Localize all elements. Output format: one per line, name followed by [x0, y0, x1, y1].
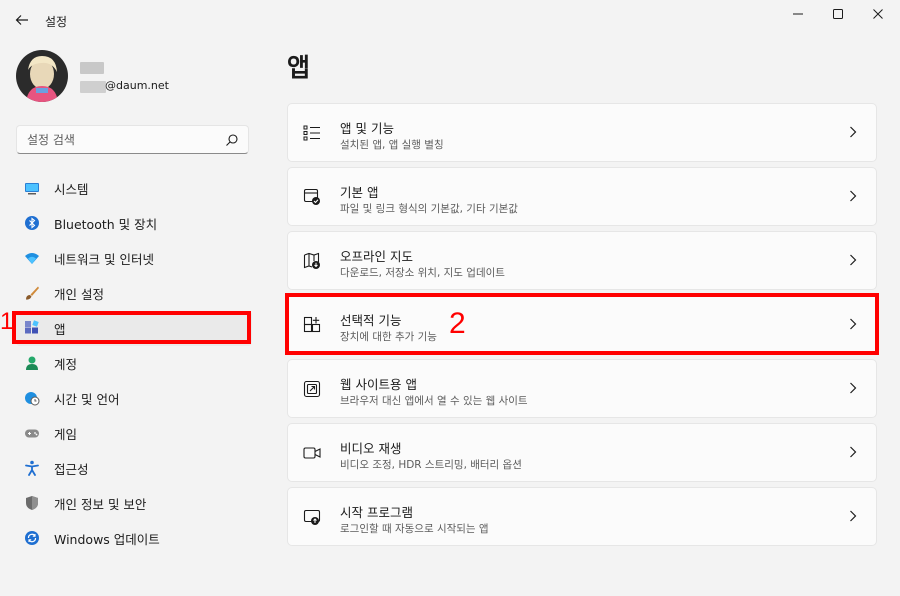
sidebar-item-accessibility[interactable]: 접근성: [16, 451, 252, 486]
maximize-button[interactable]: [818, 0, 858, 28]
sidebar-item-network[interactable]: 네트워크 및 인터넷: [16, 241, 252, 276]
card-title: 선택적 기능: [340, 313, 402, 328]
sidebar-item-accounts[interactable]: 계정: [16, 346, 252, 381]
back-button[interactable]: [10, 8, 34, 32]
card-subtitle: 설치된 앱, 앱 실행 별칭: [340, 139, 444, 151]
chevron-right-icon: [846, 125, 860, 139]
sidebar-item-label: 개인 정보 및 보안: [54, 497, 147, 512]
sidebar-item-label: 네트워크 및 인터넷: [54, 252, 154, 267]
chevron-right-icon: [846, 445, 860, 459]
card-offline-maps[interactable]: 오프라인 지도 다운로드, 저장소 위치, 지도 업데이트: [287, 231, 877, 290]
title-bar: 설정: [0, 0, 900, 40]
sidebar-item-time-language[interactable]: 시간 및 언어: [16, 381, 252, 416]
apps-icon: [24, 320, 40, 336]
shield-icon: [24, 495, 40, 511]
card-subtitle: 파일 및 링크 형식의 기본값, 기타 기본값: [340, 203, 518, 215]
sidebar-item-privacy-security[interactable]: 개인 정보 및 보안: [16, 486, 252, 521]
card-title: 시작 프로그램: [340, 505, 413, 520]
profile-photo: [16, 50, 68, 102]
card-title: 앱 및 기능: [340, 121, 394, 136]
video-icon: [302, 443, 322, 463]
user-email-redacted: [80, 81, 106, 93]
web-app-icon: [302, 379, 322, 399]
sidebar-item-label: 접근성: [54, 462, 89, 477]
accessibility-icon: [24, 460, 40, 476]
page-title: 앱: [287, 53, 311, 82]
card-subtitle: 브라우저 대신 앱에서 열 수 있는 웹 사이트: [340, 395, 528, 407]
card-subtitle: 로그인할 때 자동으로 시작되는 앱: [340, 523, 489, 535]
card-apps-features[interactable]: 앱 및 기능 설치된 앱, 앱 실행 별칭: [287, 103, 877, 162]
sidebar-item-label: 시간 및 언어: [54, 392, 120, 407]
sidebar-item-bluetooth[interactable]: Bluetooth 및 장치: [16, 206, 252, 241]
person-icon: [24, 355, 40, 371]
default-apps-icon: [302, 187, 322, 207]
sidebar-item-label: Windows 업데이트: [54, 532, 160, 547]
sidebar-item-personalization[interactable]: 개인 설정: [16, 276, 252, 311]
chevron-right-icon: [846, 253, 860, 267]
back-arrow-icon: [15, 15, 28, 25]
map-icon: [302, 251, 322, 271]
card-optional-features[interactable]: 선택적 기능 장치에 대한 추가 기능: [287, 295, 877, 354]
search-input[interactable]: [17, 126, 217, 153]
card-title: 비디오 재생: [340, 441, 402, 456]
card-title: 오프라인 지도: [340, 249, 413, 264]
sidebar-item-system[interactable]: 시스템: [16, 171, 252, 206]
annotation-marker-2: 2: [449, 307, 466, 340]
minimize-button[interactable]: [778, 0, 818, 28]
close-button[interactable]: [858, 0, 898, 28]
minimize-icon: [793, 13, 803, 15]
card-subtitle: 비디오 조정, HDR 스트리밍, 배터리 옵션: [340, 459, 522, 471]
update-icon: [24, 530, 40, 546]
card-video-playback[interactable]: 비디오 재생 비디오 조정, HDR 스트리밍, 배터리 옵션: [287, 423, 877, 482]
user-email: @daum.net: [105, 79, 169, 92]
user-name-redacted: [80, 62, 104, 74]
card-default-apps[interactable]: 기본 앱 파일 및 링크 형식의 기본값, 기타 기본값: [287, 167, 877, 226]
monitor-icon: [24, 180, 40, 196]
maximize-icon: [833, 9, 843, 19]
chevron-right-icon: [846, 381, 860, 395]
search-box[interactable]: [16, 125, 249, 154]
brush-icon: [24, 285, 40, 301]
avatar[interactable]: [16, 50, 68, 102]
sidebar-item-label: Bluetooth 및 장치: [54, 217, 158, 232]
card-title: 웹 사이트용 앱: [340, 377, 417, 392]
chevron-right-icon: [846, 189, 860, 203]
close-icon: [873, 9, 883, 19]
card-startup[interactable]: 시작 프로그램 로그인할 때 자동으로 시작되는 앱: [287, 487, 877, 546]
sidebar-item-gaming[interactable]: 게임: [16, 416, 252, 451]
chevron-right-icon: [846, 317, 860, 331]
card-apps-for-websites[interactable]: 웹 사이트용 앱 브라우저 대신 앱에서 열 수 있는 웹 사이트: [287, 359, 877, 418]
sidebar-item-label: 시스템: [54, 182, 89, 197]
chevron-right-icon: [846, 509, 860, 523]
sidebar-item-apps[interactable]: 앱: [16, 311, 252, 346]
add-feature-icon: [302, 315, 322, 335]
app-title: 설정: [45, 15, 68, 29]
sidebar-item-windows-update[interactable]: Windows 업데이트: [16, 521, 252, 556]
annotation-marker-1: 1: [0, 308, 14, 335]
search-icon[interactable]: [225, 133, 239, 147]
list-icon: [302, 123, 322, 143]
card-title: 기본 앱: [340, 185, 379, 200]
globe-clock-icon: [24, 390, 40, 406]
bluetooth-icon: [24, 215, 40, 231]
card-subtitle: 장치에 대한 추가 기능: [340, 331, 437, 343]
sidebar-item-label: 게임: [54, 427, 78, 442]
sidebar-item-label: 계정: [54, 357, 78, 372]
sidebar-item-label: 개인 설정: [54, 287, 104, 302]
card-subtitle: 다운로드, 저장소 위치, 지도 업데이트: [340, 267, 505, 279]
startup-icon: [302, 507, 322, 527]
wifi-icon: [24, 250, 40, 266]
gamepad-icon: [24, 425, 40, 441]
sidebar-item-label: 앱: [54, 322, 66, 337]
sidebar-nav: 시스템 Bluetooth 및 장치 네트워크 및 인터넷 개인 설정 앱 계정: [16, 171, 252, 556]
